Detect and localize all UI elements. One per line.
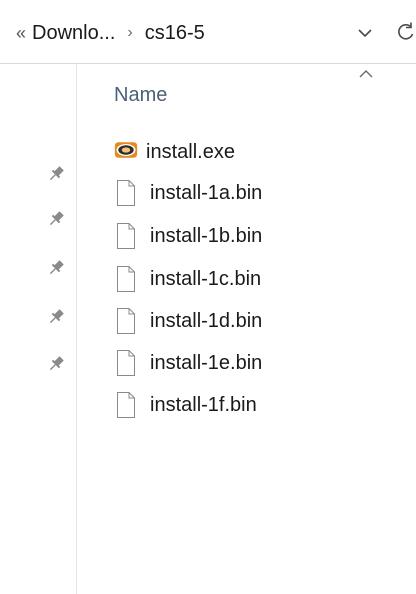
refresh-icon[interactable] bbox=[395, 21, 416, 43]
pin-icon[interactable] bbox=[46, 307, 66, 327]
pin-icon[interactable] bbox=[46, 258, 66, 278]
file-name: install.exe bbox=[146, 140, 235, 163]
address-bar[interactable]: « Downlo... › cs16-5 bbox=[0, 0, 416, 64]
breadcrumb-separator-chevron-icon[interactable]: › bbox=[127, 24, 132, 42]
blank-file-icon bbox=[117, 350, 135, 376]
file-row[interactable]: install.exe bbox=[114, 137, 235, 167]
file-row[interactable]: install-1b.bin bbox=[114, 221, 262, 251]
file-row[interactable]: install-1a.bin bbox=[114, 178, 262, 208]
navigation-pane bbox=[0, 64, 77, 594]
file-explorer-window: « Downlo... › cs16-5 Name install.exe in… bbox=[0, 0, 416, 594]
file-name: install-1c.bin bbox=[150, 267, 262, 290]
pin-icon[interactable] bbox=[46, 354, 66, 374]
breadcrumb-item-downloads[interactable]: Downlo... bbox=[32, 22, 115, 45]
blank-file-icon bbox=[117, 308, 135, 334]
file-name: install-1a.bin bbox=[150, 181, 263, 204]
file-row[interactable]: install-1f.bin bbox=[114, 390, 257, 420]
file-row[interactable]: install-1e.bin bbox=[114, 348, 262, 378]
file-row[interactable]: install-1d.bin bbox=[114, 306, 262, 336]
pin-icon[interactable] bbox=[46, 209, 66, 229]
breadcrumb: « Downlo... › cs16-5 bbox=[16, 20, 217, 46]
file-name: install-1f.bin bbox=[150, 393, 257, 416]
setup-exe-icon bbox=[114, 142, 138, 158]
file-row[interactable]: install-1c.bin bbox=[114, 264, 261, 294]
file-name: install-1e.bin bbox=[150, 351, 263, 374]
blank-file-icon bbox=[117, 180, 135, 206]
sort-ascending-icon bbox=[359, 70, 373, 78]
breadcrumb-overflow-button[interactable]: « bbox=[16, 23, 26, 44]
file-name: install-1d.bin bbox=[150, 309, 263, 332]
breadcrumb-item-cs16-5[interactable]: cs16-5 bbox=[145, 22, 205, 45]
pin-icon[interactable] bbox=[46, 164, 66, 184]
file-name: install-1b.bin bbox=[150, 224, 263, 247]
blank-file-icon bbox=[117, 392, 135, 418]
column-header-name[interactable]: Name bbox=[114, 84, 167, 107]
chevron-down-icon[interactable] bbox=[356, 26, 374, 40]
blank-file-icon bbox=[117, 266, 135, 292]
blank-file-icon bbox=[117, 223, 135, 249]
